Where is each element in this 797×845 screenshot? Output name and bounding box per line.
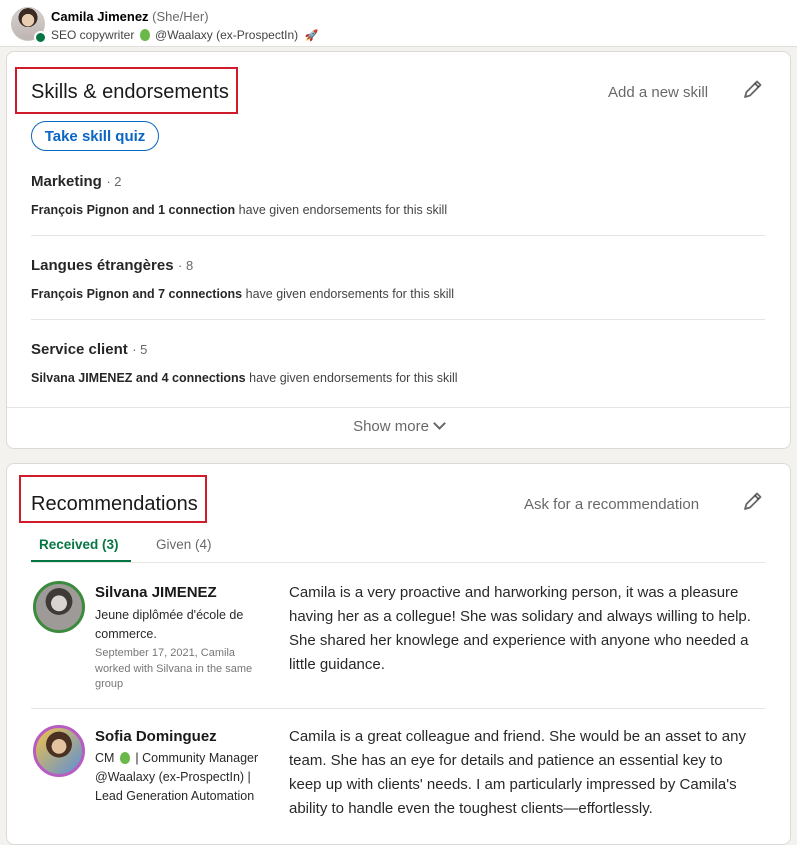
profile-name[interactable]: Camila Jimenez xyxy=(51,9,149,24)
show-more-button[interactable]: Show more xyxy=(7,417,790,435)
tab-received[interactable]: Received (3) xyxy=(39,537,119,552)
role-prefix: CM xyxy=(95,751,115,765)
skill-name[interactable]: Langues étrangères xyxy=(31,257,174,274)
alien-emoji-icon xyxy=(119,752,130,764)
highlight-box xyxy=(19,475,207,523)
profile-pronouns: (She/Her) xyxy=(152,9,209,24)
recommender-name[interactable]: Silvana JIMENEZ xyxy=(95,584,217,601)
profile-name-line: Camila Jimenez (She/Her) xyxy=(51,9,209,24)
recommender-avatar[interactable] xyxy=(33,581,85,633)
add-skill-link[interactable]: Add a new skill xyxy=(608,84,708,101)
profile-headline: SEO copywriter @Waalaxy (ex-ProspectIn) … xyxy=(51,28,318,42)
recommender-headline: CM | Community Manager @Waalaxy (ex-Pros… xyxy=(95,749,270,806)
skill-name[interactable]: Marketing xyxy=(31,173,102,190)
divider xyxy=(31,235,765,236)
divider xyxy=(31,708,765,709)
skill-item[interactable]: Langues étrangères · 8 François Pignon a… xyxy=(31,257,765,301)
recommender-avatar[interactable] xyxy=(33,725,85,777)
skill-name[interactable]: Service client xyxy=(31,341,128,358)
recommendation-text: Camila is a great colleague and friend. … xyxy=(289,728,746,817)
endorsers-suffix: have given endorsements for this skill xyxy=(242,287,455,301)
skill-endorsers: François Pignon and 7 connections have g… xyxy=(31,287,765,301)
endorsers-suffix: have given endorsements for this skill xyxy=(245,371,458,385)
recommendation-meta: September 17, 2021, Camila worked with S… xyxy=(95,647,253,690)
skill-item[interactable]: Marketing · 2 François Pignon and 1 conn… xyxy=(31,173,765,217)
endorsers-names[interactable]: Silvana JIMENEZ and 4 connections xyxy=(31,371,246,385)
headline-prefix: SEO copywriter xyxy=(51,28,135,42)
show-more-label: Show more xyxy=(353,418,429,435)
endorsers-suffix: have given endorsements for this skill xyxy=(235,203,448,217)
skill-endorsement-count: · 8 xyxy=(178,258,194,273)
divider xyxy=(31,319,765,320)
endorsers-names[interactable]: François Pignon and 7 connections xyxy=(31,287,242,301)
skill-endorsement-count: · 2 xyxy=(106,174,122,189)
rocket-emoji-icon: 🚀 xyxy=(304,30,319,42)
recommendation-text: Camila is a very proactive and harworkin… xyxy=(289,584,751,673)
skill-item[interactable]: Service client · 5 Silvana JIMENEZ and 4… xyxy=(31,341,765,385)
recommender-name[interactable]: Sofia Dominguez xyxy=(95,728,217,745)
recommender-headline: Jeune diplômée d'école de commerce. xyxy=(95,608,244,641)
headline-company: @Waalaxy (ex-ProspectIn) xyxy=(155,28,299,42)
profile-topbar: Camila Jimenez (She/Her) SEO copywriter … xyxy=(0,0,797,47)
divider xyxy=(31,562,765,563)
endorsers-names[interactable]: François Pignon and 1 connection xyxy=(31,203,235,217)
take-skill-quiz-button[interactable]: Take skill quiz xyxy=(31,121,159,151)
ask-recommendation-link[interactable]: Ask for a recommendation xyxy=(524,496,699,513)
chevron-down-icon xyxy=(433,417,446,430)
skills-section: Skills & endorsements Add a new skill Ta… xyxy=(6,51,791,449)
skill-endorsers: François Pignon and 1 connection have gi… xyxy=(31,203,765,217)
highlight-box xyxy=(15,67,238,114)
online-status-icon xyxy=(34,31,47,44)
divider xyxy=(7,407,790,408)
edit-pencil-icon[interactable] xyxy=(742,490,764,512)
tab-given[interactable]: Given (4) xyxy=(156,537,212,552)
edit-pencil-icon[interactable] xyxy=(742,78,764,100)
skill-endorsers: Silvana JIMENEZ and 4 connections have g… xyxy=(31,371,765,385)
alien-emoji-icon xyxy=(139,29,150,41)
skill-endorsement-count: · 5 xyxy=(132,342,148,357)
recommendations-section: Recommendations Ask for a recommendation… xyxy=(6,463,791,845)
